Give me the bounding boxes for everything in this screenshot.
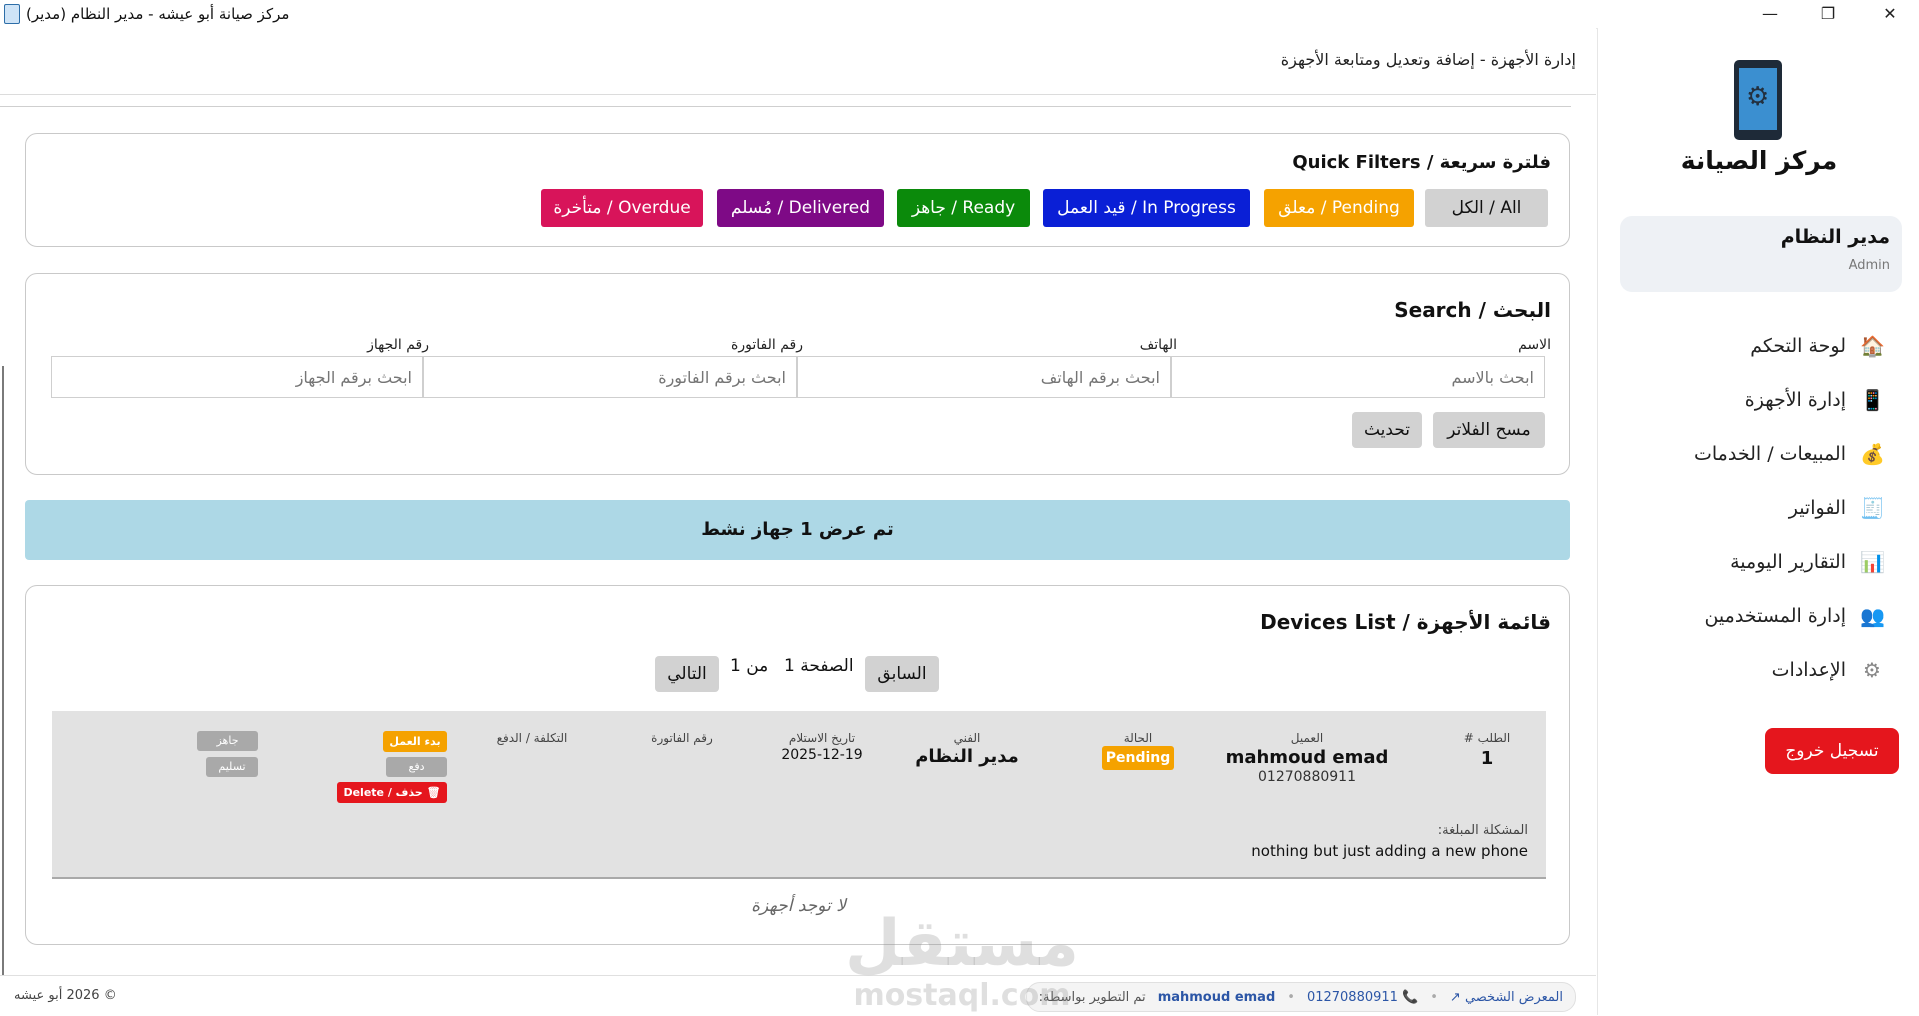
ready-button[interactable]: جاهز <box>197 731 258 751</box>
filter-ready-button[interactable]: Ready / جاهز <box>897 189 1030 227</box>
order-col-label: الطلب # <box>1463 731 1511 745</box>
phone-icon: 📱 <box>1860 388 1885 412</box>
invoice-search-input[interactable] <box>423 356 797 398</box>
invoice-col-label: رقم الفاتورة <box>651 731 713 745</box>
developer-credit: تم التطوير بواسطة: mahmoud emad • 📞 0127… <box>1025 982 1576 1012</box>
developer-name-link[interactable]: mahmoud emad <box>1158 990 1276 1005</box>
gear-icon: ⚙ <box>1863 658 1881 682</box>
user-name: مدير النظام <box>1780 226 1890 248</box>
problem-label: المشكلة المبلغة: <box>1437 823 1528 838</box>
devices-list-card: قائمة الأجهزة / Devices List السابق الصف… <box>25 585 1570 945</box>
page-count: من 1 <box>730 656 769 676</box>
bar-chart-icon: 📊 <box>1860 550 1885 574</box>
separator-dot: • <box>1430 989 1438 1005</box>
page-header: إدارة الأجهزة - إضافة وتعديل ومتابعة الأ… <box>0 28 1596 95</box>
refresh-button[interactable]: تحديث <box>1352 412 1422 448</box>
maximize-icon[interactable]: ❐ <box>1800 0 1856 28</box>
delete-button[interactable]: 🗑 حذف / Delete <box>337 782 447 803</box>
search-card: البحث / Search الاسم الهاتف رقم الفاتورة… <box>25 273 1570 475</box>
sidebar-item-users[interactable]: 👥 إدارة المستخدمين <box>1704 599 1884 633</box>
sidebar-item-label: المبيعات / الخدمات <box>1694 443 1846 465</box>
portfolio-link[interactable]: المعرض الشخصي ↗ <box>1450 990 1563 1005</box>
sidebar-item-devices[interactable]: 📱 إدارة الأجهزة <box>1744 383 1885 417</box>
empty-state-text: لا توجد أجهزة <box>751 896 846 916</box>
money-bag-icon: 💰 <box>1860 442 1885 466</box>
app-icon <box>4 4 20 24</box>
table-row[interactable]: الطلب # 1 العميل mahmoud emad 0127088091… <box>52 711 1546 879</box>
phone-field-label: الهاتف <box>1139 337 1177 353</box>
problem-description: nothing but just adding a new phone <box>1251 842 1528 860</box>
cost-col-label: التكلفة / الدفع <box>496 731 568 745</box>
client-phone: 01270880911 <box>1258 769 1356 785</box>
start-work-button[interactable]: بدء العمل <box>383 731 447 752</box>
order-number: 1 <box>1480 748 1494 769</box>
tech-col-label: الفني <box>953 731 981 745</box>
previous-page-button[interactable]: السابق <box>865 656 939 692</box>
client-name: mahmoud emad <box>1225 747 1389 768</box>
receipt-icon: 🧾 <box>1860 496 1885 520</box>
name-field-label: الاسم <box>1518 337 1551 353</box>
technician-name: مدير النظام <box>915 746 1019 767</box>
phone-gear-icon: ⚙ <box>1734 60 1782 140</box>
sidebar-item-label: التقارير اليومية <box>1730 551 1846 573</box>
window-titlebar: مركز صيانة أبو عيشه - مدير النظام (مدير)… <box>0 0 1919 29</box>
received-date: 2025-12-19 <box>781 747 863 763</box>
sidebar-item-dashboard[interactable]: 🏠 لوحة التحكم <box>1750 329 1885 363</box>
window-title: مركز صيانة أبو عيشه - مدير النظام (مدير) <box>26 5 290 23</box>
sidebar-item-label: الإعدادات <box>1771 659 1846 681</box>
next-page-button[interactable]: التالي <box>655 656 719 692</box>
sidebar-item-reports[interactable]: 📊 التقارير اليومية <box>1730 545 1885 579</box>
separator-dot: • <box>1287 989 1295 1005</box>
quick-filters-card: فلترة سريعة / Quick Filters All / الكل P… <box>25 133 1570 247</box>
sidebar-item-sales[interactable]: 💰 المبيعات / الخدمات <box>1694 437 1885 471</box>
sidebar-item-label: لوحة التحكم <box>1750 335 1846 357</box>
pay-button[interactable]: دفع <box>386 757 447 777</box>
developer-phone-link[interactable]: 📞 01270880911 <box>1307 990 1418 1005</box>
quick-filters-title: فلترة سريعة / Quick Filters <box>1292 152 1551 173</box>
sidebar-item-label: إدارة الأجهزة <box>1744 389 1846 411</box>
minimize-icon[interactable]: — <box>1742 0 1798 28</box>
search-title: البحث / Search <box>1394 298 1551 322</box>
status-col-label: الحالة <box>1123 731 1153 745</box>
main-content: إدارة الأجهزة - إضافة وتعديل ومتابعة الأ… <box>0 28 1596 1016</box>
sidebar-item-label: إدارة المستخدمين <box>1704 605 1846 627</box>
devices-list-title: قائمة الأجهزة / Devices List <box>1260 610 1551 634</box>
filter-in-progress-button[interactable]: In Progress / قيد العمل <box>1043 189 1250 227</box>
phone-search-input[interactable] <box>797 356 1171 398</box>
logout-button[interactable]: تسجيل خروج <box>1765 728 1899 774</box>
home-icon: 🏠 <box>1860 334 1885 358</box>
active-devices-banner: تم عرض 1 جهاز نشط <box>25 500 1570 560</box>
filter-all-button[interactable]: All / الكل <box>1425 189 1548 227</box>
clear-filters-button[interactable]: مسح الفلاتر <box>1433 412 1545 448</box>
filter-pending-button[interactable]: Pending / معلق <box>1264 189 1414 227</box>
invoice-field-label: رقم الفاتورة <box>731 337 803 353</box>
brand-title: مركز الصيانة <box>1680 146 1838 175</box>
sidebar-item-settings[interactable]: ⚙ الإعدادات <box>1772 653 1884 687</box>
received-col-label: تاريخ الاستلام <box>788 731 856 745</box>
sidebar-item-label: الفواتير <box>1788 497 1846 519</box>
deliver-button[interactable]: تسليم <box>206 757 258 777</box>
filter-delivered-button[interactable]: Delivered / مُسلم <box>717 189 884 227</box>
client-col-label: العميل <box>1290 731 1324 745</box>
page-number: الصفحة 1 <box>784 656 854 676</box>
page-title: إدارة الأجهزة - إضافة وتعديل ومتابعة الأ… <box>1280 50 1576 69</box>
copyright-text: © 2026 أبو عيشه <box>14 988 117 1003</box>
sidebar: ⚙ مركز الصيانة مدير النظام Admin 🏠 لوحة … <box>1597 28 1919 1015</box>
sidebar-item-invoices[interactable]: 🧾 الفواتير <box>1788 491 1885 525</box>
close-icon[interactable]: ✕ <box>1862 0 1918 28</box>
device-search-input[interactable] <box>51 356 423 398</box>
watermark-logo: مستقل mostaql.com <box>844 907 1080 1013</box>
status-badge: Pending <box>1102 746 1174 770</box>
filter-overdue-button[interactable]: Overdue / متأخرة <box>541 189 703 227</box>
user-card: مدير النظام Admin <box>1620 216 1902 292</box>
scrolled-card-edge <box>0 103 1571 107</box>
device-field-label: رقم الجهاز <box>367 337 429 353</box>
scrollbar[interactable] <box>2 366 4 976</box>
users-icon: 👥 <box>1860 604 1885 628</box>
user-role: Admin <box>1848 258 1890 273</box>
footer: © 2026 أبو عيشه تم التطوير بواسطة: mahmo… <box>0 975 1596 1016</box>
name-search-input[interactable] <box>1171 356 1545 398</box>
